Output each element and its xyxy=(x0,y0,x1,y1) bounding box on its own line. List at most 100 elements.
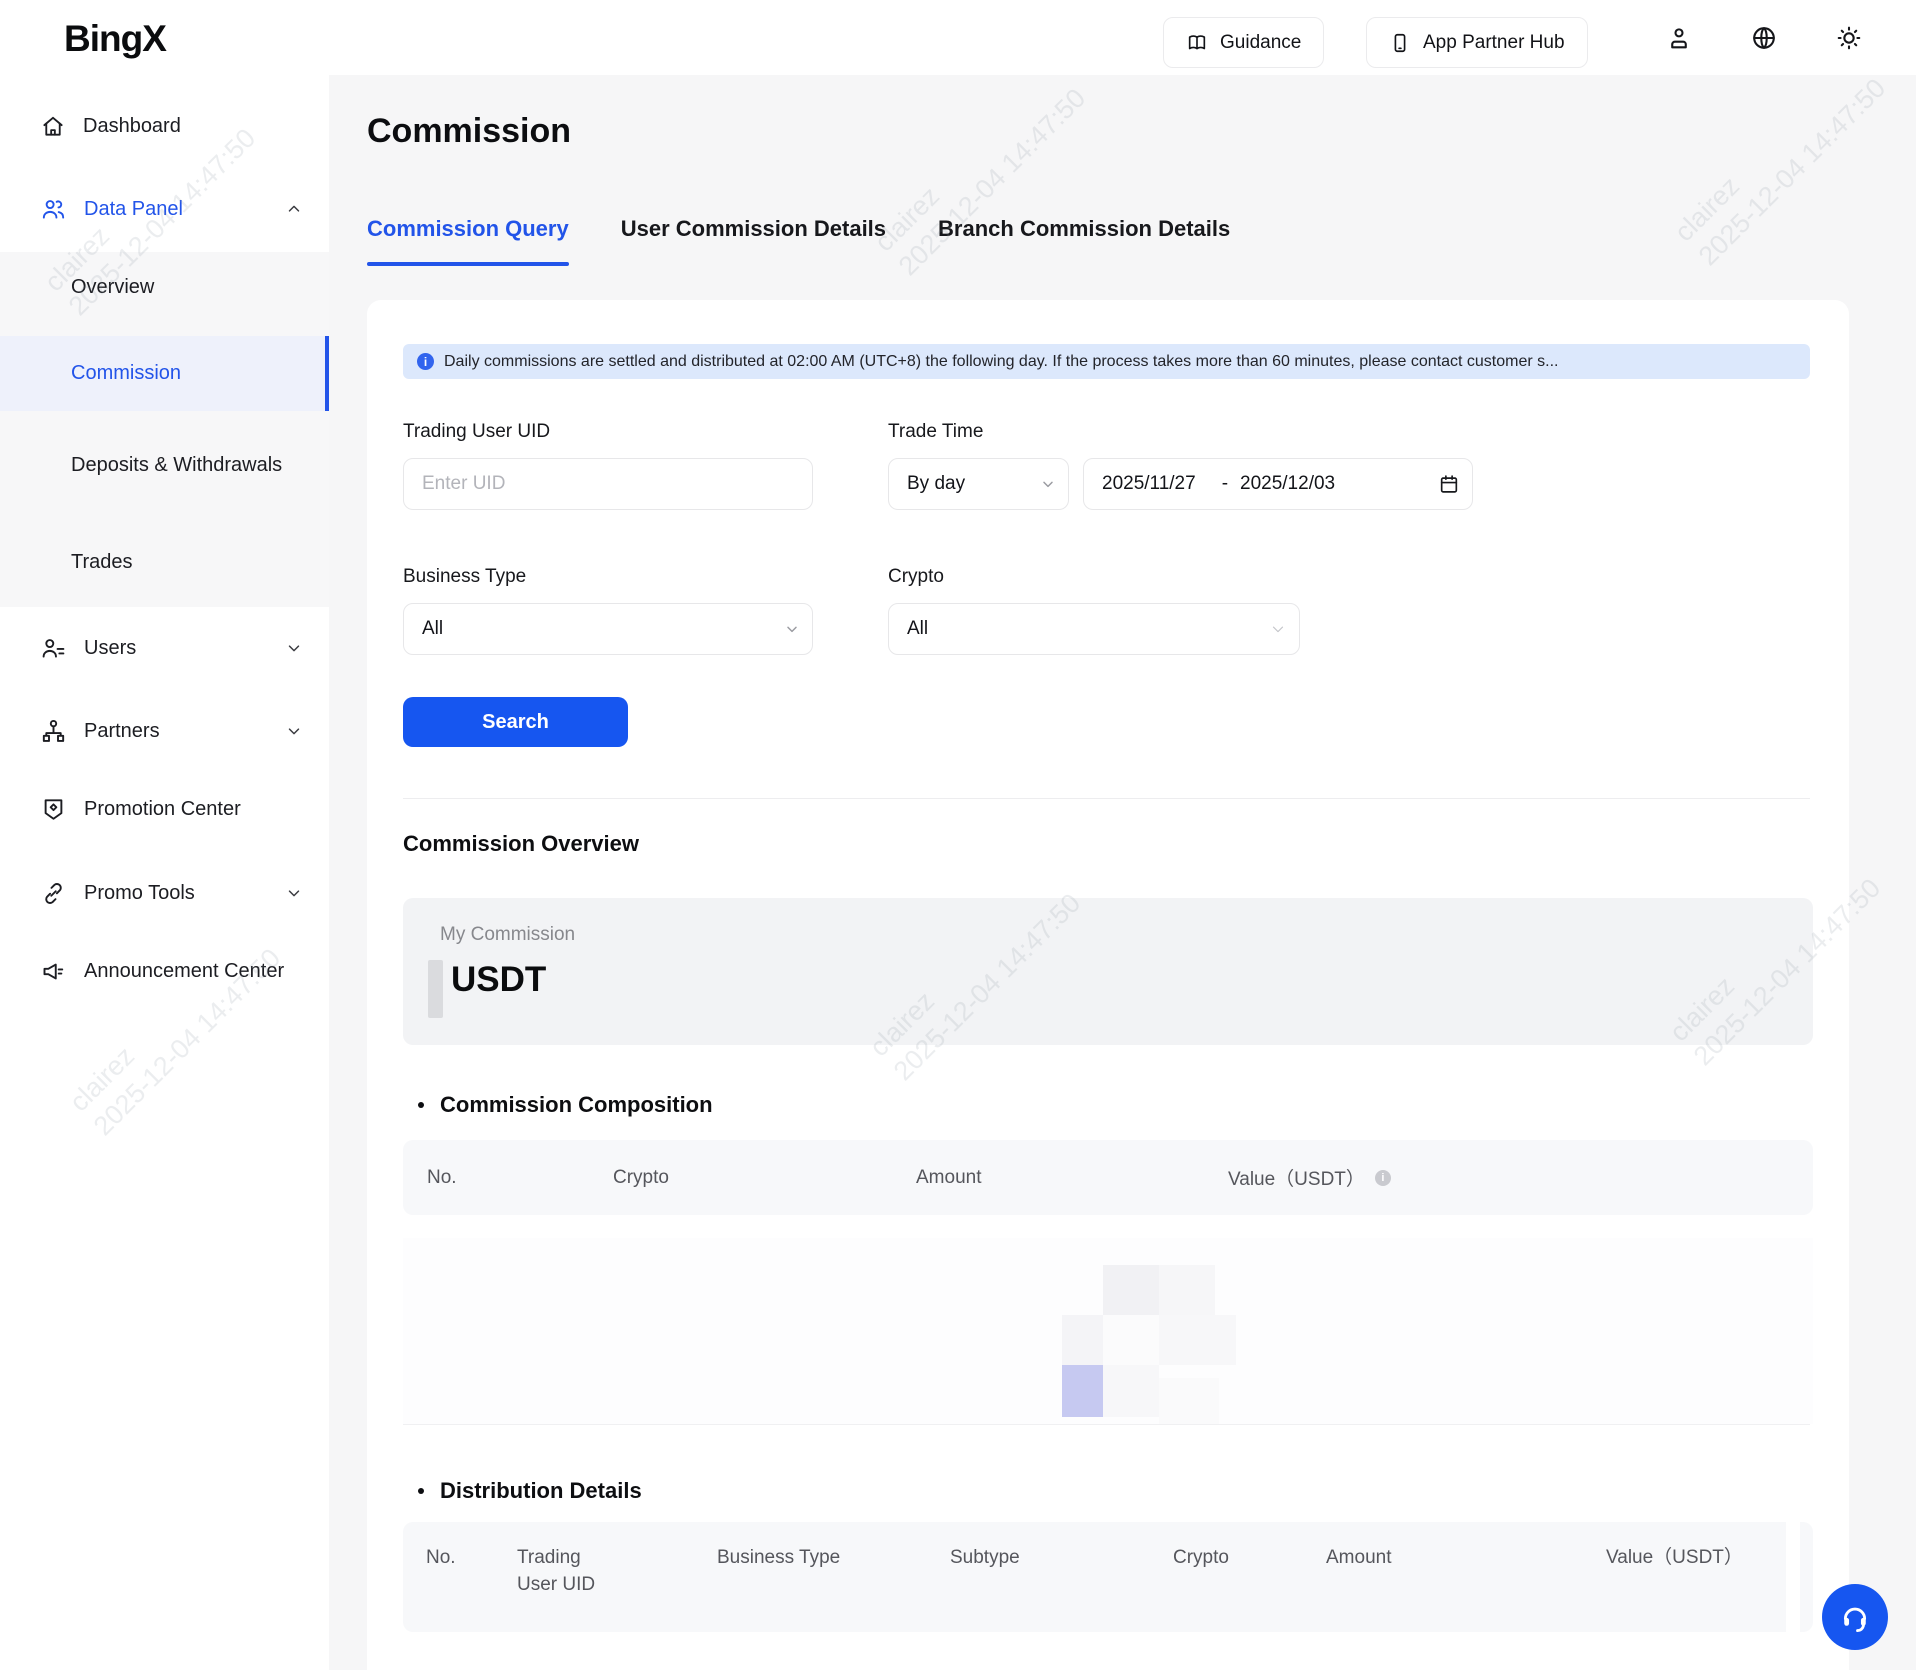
distribution-table-header: No. Trading User UID Business Type Subty… xyxy=(403,1522,1813,1632)
sidebar-item-dashboard[interactable]: Dashboard xyxy=(0,104,329,148)
commission-overview-heading: Commission Overview xyxy=(403,831,639,857)
search-button[interactable]: Search xyxy=(403,697,628,747)
composition-table-header: No. Crypto Amount Value（USDT） i xyxy=(403,1140,1813,1215)
chevron-down-icon xyxy=(285,722,303,740)
sidebar-item-announcement-center[interactable]: Announcement Center xyxy=(0,949,329,993)
app-partner-hub-button[interactable]: App Partner Hub xyxy=(1366,17,1588,68)
col-crypto: Crypto xyxy=(613,1167,916,1189)
my-commission-card: My Commission USDT xyxy=(403,898,1813,1045)
business-type-value: All xyxy=(404,618,443,640)
col-business-type: Business Type xyxy=(717,1544,840,1571)
sidebar-item-label: Promotion Center xyxy=(84,798,241,821)
chevron-down-icon xyxy=(285,639,303,657)
value-info-icon[interactable]: i xyxy=(1375,1170,1391,1186)
chevron-up-icon xyxy=(285,200,303,218)
sidebar-item-label: Promo Tools xyxy=(84,882,195,905)
account-icon[interactable] xyxy=(1664,23,1694,53)
sidebar-item-partners[interactable]: Partners xyxy=(0,709,329,753)
loading-block xyxy=(1159,1378,1219,1424)
guidance-button[interactable]: Guidance xyxy=(1163,17,1324,68)
amount-loading-skeleton xyxy=(428,960,443,1018)
distribution-heading: Distribution Details xyxy=(440,1478,642,1504)
crypto-value: All xyxy=(889,618,928,640)
sidebar-item-label: Dashboard xyxy=(83,115,181,138)
page-title: Commission xyxy=(367,112,571,151)
trade-time-label: Trade Time xyxy=(888,421,983,443)
sidebar-item-promotion-center[interactable]: Promotion Center xyxy=(0,787,329,831)
settlement-notice-banner: i Daily commissions are settled and dist… xyxy=(403,344,1810,379)
sidebar-item-label: Commission xyxy=(71,362,181,385)
customer-support-button[interactable] xyxy=(1822,1584,1888,1650)
loading-block-accent xyxy=(1062,1365,1103,1417)
home-icon xyxy=(40,113,66,139)
user-list-icon xyxy=(40,635,67,662)
col-trading-user-uid: Trading User UID xyxy=(517,1544,625,1598)
sidebar-item-label: Deposits & Withdrawals xyxy=(71,450,282,480)
sidebar-item-label: Overview xyxy=(71,276,154,299)
theme-sun-icon[interactable] xyxy=(1834,23,1864,53)
sidebar-item-label: Users xyxy=(84,637,136,660)
business-type-label: Business Type xyxy=(403,566,526,588)
distribution-heading-row: Distribution Details xyxy=(418,1478,642,1504)
bullet xyxy=(418,1488,424,1494)
chevron-down-icon xyxy=(784,621,800,637)
tab-label: Branch Commission Details xyxy=(938,216,1230,241)
users-group-icon xyxy=(40,196,67,223)
my-commission-label: My Commission xyxy=(440,924,575,946)
commission-query-panel: i Daily commissions are settled and dist… xyxy=(367,300,1849,1670)
sidebar-item-label: Trades xyxy=(71,551,133,574)
col-no: No. xyxy=(426,1544,456,1571)
loading-block xyxy=(1159,1315,1236,1365)
notice-text: Daily commissions are settled and distri… xyxy=(444,353,1558,371)
date-start: 2025/11/27 xyxy=(1084,473,1196,495)
date-range-picker[interactable]: 2025/11/27 - 2025/12/03 xyxy=(1083,458,1473,510)
calendar-icon xyxy=(1438,473,1460,495)
tab-label: Commission Query xyxy=(367,216,569,241)
business-type-select[interactable]: All xyxy=(403,603,813,655)
sidebar-item-users[interactable]: Users xyxy=(0,626,329,670)
table-scroll-gap xyxy=(1786,1522,1800,1632)
sidebar-item-trades[interactable]: Trades xyxy=(0,540,329,584)
info-icon: i xyxy=(417,353,434,370)
sidebar-item-deposits-withdrawals[interactable]: Deposits & Withdrawals xyxy=(0,420,329,510)
loading-block xyxy=(1159,1265,1215,1315)
crypto-select[interactable]: All xyxy=(888,603,1300,655)
col-subtype: Subtype xyxy=(950,1544,1020,1571)
language-globe-icon[interactable] xyxy=(1749,23,1779,53)
loading-block xyxy=(1062,1315,1103,1365)
composition-heading-row: Commission Composition xyxy=(418,1092,713,1118)
megaphone-icon xyxy=(40,958,67,985)
commission-currency: USDT xyxy=(451,960,546,1000)
org-chart-icon xyxy=(40,718,67,745)
guidance-label: Guidance xyxy=(1220,32,1301,54)
tab-label: User Commission Details xyxy=(621,216,886,241)
col-crypto: Crypto xyxy=(1173,1544,1229,1571)
tab-user-commission-details[interactable]: User Commission Details xyxy=(621,216,886,266)
screen: BingX Dashboard Data Panel Overview Comm… xyxy=(0,0,1916,1670)
sidebar: BingX Dashboard Data Panel Overview Comm… xyxy=(0,0,329,1670)
uid-input[interactable] xyxy=(403,458,813,510)
sidebar-item-data-panel[interactable]: Data Panel xyxy=(0,187,329,231)
tab-commission-query[interactable]: Commission Query xyxy=(367,216,569,266)
chevron-down-icon xyxy=(1040,476,1056,492)
col-amount: Amount xyxy=(916,1167,1228,1189)
loading-block xyxy=(1103,1365,1159,1417)
uid-label: Trading User UID xyxy=(403,421,550,443)
tab-bar: Commission Query User Commission Details… xyxy=(367,216,1230,266)
sidebar-item-promo-tools[interactable]: Promo Tools xyxy=(0,871,329,915)
sidebar-item-label: Announcement Center xyxy=(84,960,284,983)
sidebar-item-commission[interactable]: Commission xyxy=(0,336,329,411)
phone-icon xyxy=(1389,32,1411,54)
chevron-down-icon xyxy=(1269,620,1287,638)
shield-badge-icon xyxy=(40,796,67,823)
book-icon xyxy=(1186,32,1208,54)
sidebar-item-label: Partners xyxy=(84,720,160,743)
loading-block xyxy=(1103,1315,1159,1365)
composition-heading: Commission Composition xyxy=(440,1092,713,1118)
crypto-label: Crypto xyxy=(888,566,944,588)
date-separator: - xyxy=(1222,473,1228,495)
tab-branch-commission-details[interactable]: Branch Commission Details xyxy=(938,216,1230,266)
sidebar-item-overview[interactable]: Overview xyxy=(0,265,329,309)
bingx-logo[interactable]: BingX xyxy=(64,18,166,60)
granularity-select[interactable]: By day xyxy=(888,458,1069,510)
